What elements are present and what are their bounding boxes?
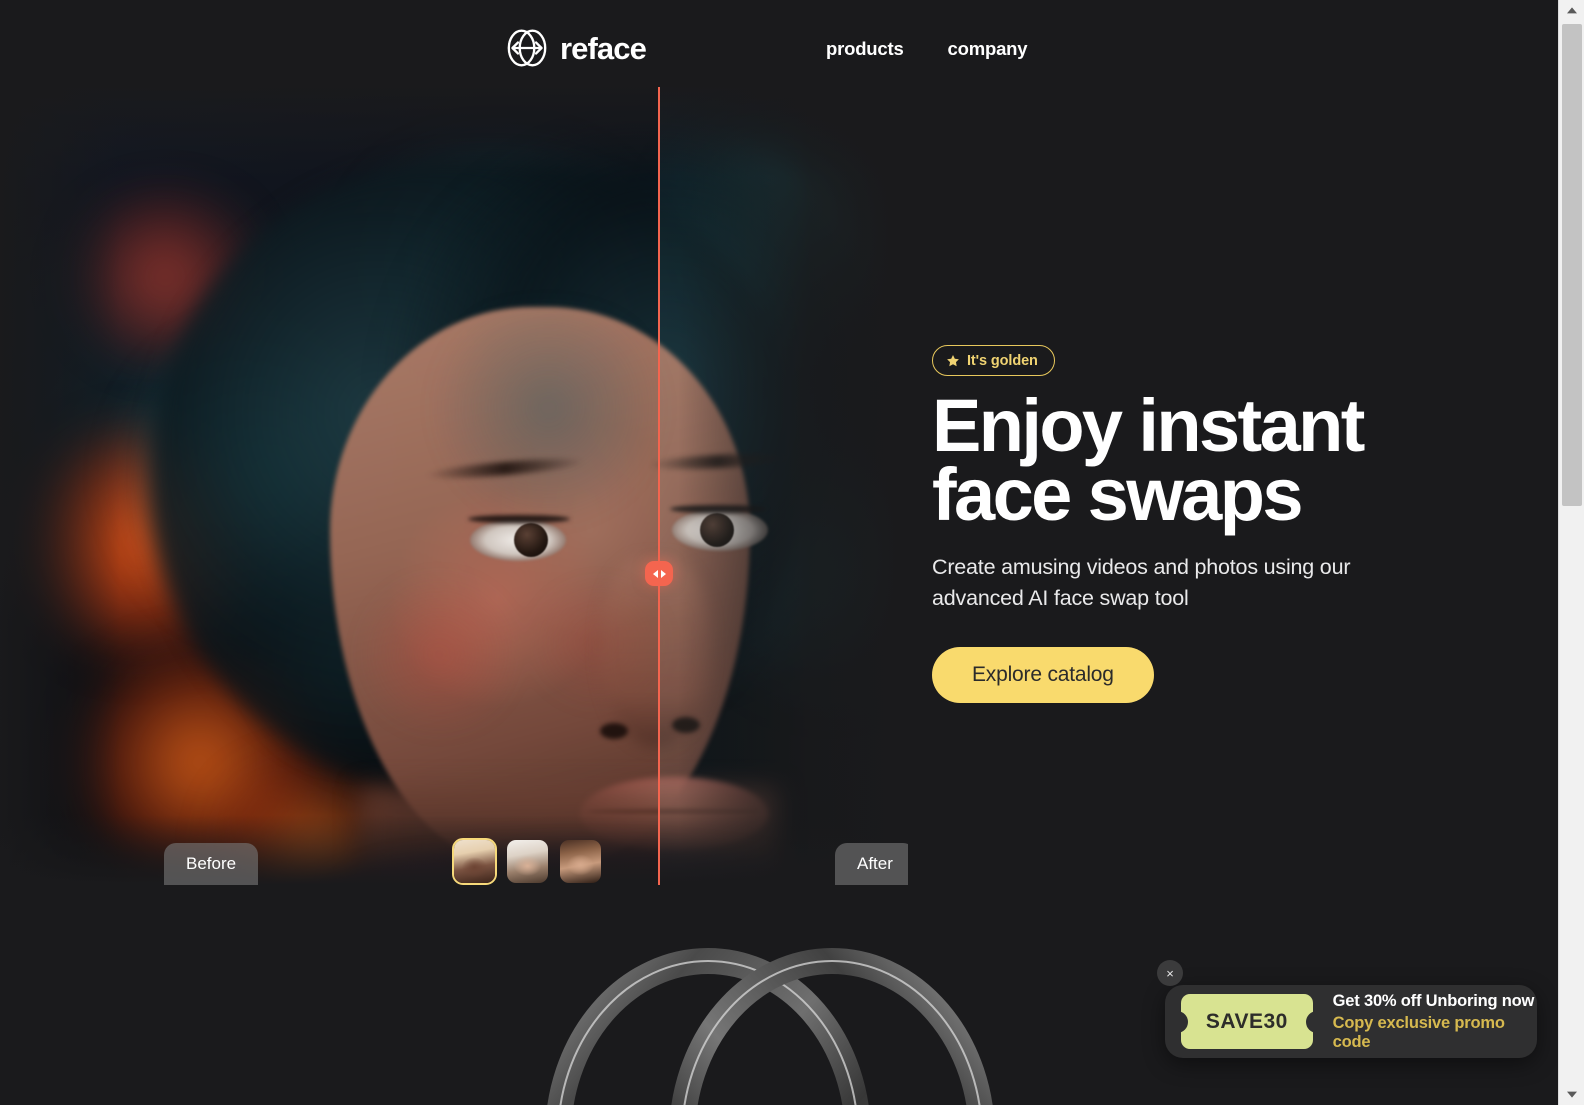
promo-banner[interactable]: × SAVE30 Get 30% off Unboring now Copy e… (1157, 960, 1537, 1058)
scroll-down-arrow-icon[interactable] (1559, 1083, 1584, 1105)
portrait-eyelid (670, 505, 766, 513)
brand-logo[interactable]: reface (505, 28, 647, 68)
star-icon (947, 354, 959, 366)
hero-copy-block: It's golden Enjoy instant face swaps Cre… (932, 345, 1452, 703)
face-option-thumbnail[interactable] (558, 838, 603, 885)
promo-title: Get 30% off Unboring now (1332, 991, 1535, 1010)
hero-subtitle: Create amusing videos and photos using o… (932, 554, 1351, 611)
main-navigation: products company (826, 38, 1028, 60)
scroll-up-arrow-icon[interactable] (1559, 0, 1584, 22)
compare-slider-handle[interactable] (645, 561, 673, 586)
golden-badge[interactable]: It's golden (932, 345, 1055, 376)
vertical-scrollbar[interactable] (1558, 0, 1584, 1105)
portrait-nostril (600, 723, 628, 739)
face-option-thumbnail[interactable] (505, 838, 550, 885)
scrollbar-thumb[interactable] (1562, 24, 1582, 506)
promo-code-coupon[interactable]: SAVE30 (1181, 994, 1313, 1049)
compare-divider-line (658, 87, 660, 885)
hero-section: Before After It's golden Enjoy instant f… (0, 0, 1558, 905)
site-header: reface products company (0, 0, 1558, 88)
face-option-picker[interactable] (452, 838, 603, 885)
arrow-left-icon (652, 569, 658, 578)
reface-3d-rings-icon (547, 948, 993, 1105)
browser-viewport: Before After It's golden Enjoy instant f… (0, 0, 1558, 1105)
arrow-right-icon (660, 569, 666, 578)
explore-catalog-button[interactable]: Explore catalog (932, 646, 1154, 703)
page-title: Enjoy instant face swaps (932, 384, 1365, 536)
nav-item-company[interactable]: company (948, 38, 1028, 60)
portrait-pupil (514, 523, 548, 557)
nav-item-products[interactable]: products (826, 38, 904, 60)
face-option-thumbnail[interactable] (452, 838, 497, 885)
portrait-eyelid (468, 515, 570, 523)
before-after-compare-widget[interactable]: Before After (0, 87, 908, 885)
brand-name: reface (560, 30, 647, 66)
promo-text-block: Get 30% off Unboring now Copy exclusive … (1333, 992, 1537, 1052)
golden-badge-label: It's golden (967, 352, 1038, 369)
reface-rings-icon (507, 29, 547, 67)
face-thumbnail-image (560, 840, 601, 883)
before-label: Before (164, 843, 259, 885)
close-icon[interactable]: × (1157, 960, 1183, 986)
portrait-nostril (672, 717, 700, 733)
portrait-pupil (700, 513, 734, 547)
face-thumbnail-image (454, 840, 495, 883)
promo-copy-code-link[interactable]: Copy exclusive promo code (1333, 1014, 1537, 1052)
after-label: After (835, 843, 908, 885)
face-thumbnail-image (507, 840, 548, 883)
hero-portrait-image (0, 87, 908, 885)
